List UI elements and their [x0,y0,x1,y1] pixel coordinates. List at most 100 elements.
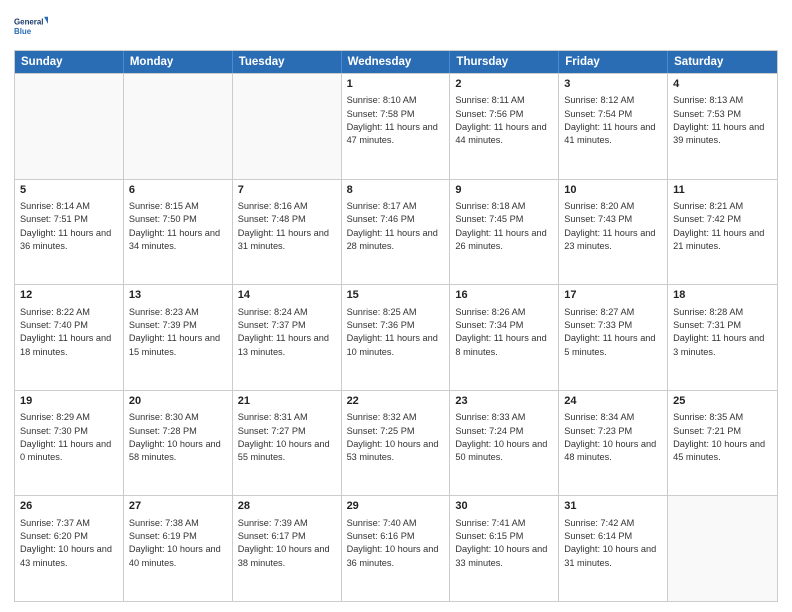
daylight: Daylight: 11 hours and 0 minutes. [20,438,118,465]
day-27: 27 Sunrise: 7:38 AM Sunset: 6:19 PM Dayl… [124,496,233,601]
day-12: 12 Sunrise: 8:22 AM Sunset: 7:40 PM Dayl… [15,285,124,390]
header-day-saturday: Saturday [668,51,777,73]
daylight: Daylight: 10 hours and 31 minutes. [564,543,662,570]
daylight: Daylight: 10 hours and 40 minutes. [129,543,227,570]
sunset: Sunset: 6:16 PM [347,530,445,543]
day-18: 18 Sunrise: 8:28 AM Sunset: 7:31 PM Dayl… [668,285,777,390]
sunset: Sunset: 7:24 PM [455,425,553,438]
sunset: Sunset: 7:25 PM [347,425,445,438]
sunrise: Sunrise: 8:22 AM [20,306,118,319]
calendar-body: 1 Sunrise: 8:10 AM Sunset: 7:58 PM Dayli… [15,73,777,601]
daylight: Daylight: 11 hours and 26 minutes. [455,227,553,254]
day-number: 24 [564,394,662,409]
day-number: 10 [564,183,662,198]
sunrise: Sunrise: 8:32 AM [347,411,445,424]
day-2: 2 Sunrise: 8:11 AM Sunset: 7:56 PM Dayli… [450,74,559,179]
sunrise: Sunrise: 8:28 AM [673,306,772,319]
sunrise: Sunrise: 8:12 AM [564,94,662,107]
day-25: 25 Sunrise: 8:35 AM Sunset: 7:21 PM Dayl… [668,391,777,496]
day-6: 6 Sunrise: 8:15 AM Sunset: 7:50 PM Dayli… [124,180,233,285]
day-23: 23 Sunrise: 8:33 AM Sunset: 7:24 PM Dayl… [450,391,559,496]
daylight: Daylight: 11 hours and 5 minutes. [564,332,662,359]
daylight: Daylight: 10 hours and 58 minutes. [129,438,227,465]
day-number: 19 [20,394,118,409]
sunset: Sunset: 7:54 PM [564,108,662,121]
sunset: Sunset: 7:46 PM [347,213,445,226]
page: General Blue SundayMondayTuesdayWednesda… [0,0,792,612]
daylight: Daylight: 11 hours and 39 minutes. [673,121,772,148]
sunrise: Sunrise: 8:10 AM [347,94,445,107]
day-number: 2 [455,77,553,92]
logo: General Blue [14,10,48,44]
daylight: Daylight: 11 hours and 21 minutes. [673,227,772,254]
sunset: Sunset: 7:36 PM [347,319,445,332]
day-number: 3 [564,77,662,92]
day-24: 24 Sunrise: 8:34 AM Sunset: 7:23 PM Dayl… [559,391,668,496]
daylight: Daylight: 11 hours and 28 minutes. [347,227,445,254]
day-number: 29 [347,499,445,514]
week-row-2: 5 Sunrise: 8:14 AM Sunset: 7:51 PM Dayli… [15,179,777,285]
sunset: Sunset: 7:40 PM [20,319,118,332]
day-number: 6 [129,183,227,198]
daylight: Daylight: 10 hours and 36 minutes. [347,543,445,570]
day-9: 9 Sunrise: 8:18 AM Sunset: 7:45 PM Dayli… [450,180,559,285]
day-number: 1 [347,77,445,92]
day-28: 28 Sunrise: 7:39 AM Sunset: 6:17 PM Dayl… [233,496,342,601]
day-number: 23 [455,394,553,409]
sunset: Sunset: 7:37 PM [238,319,336,332]
day-number: 18 [673,288,772,303]
daylight: Daylight: 11 hours and 15 minutes. [129,332,227,359]
sunrise: Sunrise: 8:17 AM [347,200,445,213]
day-26: 26 Sunrise: 7:37 AM Sunset: 6:20 PM Dayl… [15,496,124,601]
day-number: 20 [129,394,227,409]
sunset: Sunset: 6:20 PM [20,530,118,543]
sunset: Sunset: 6:17 PM [238,530,336,543]
day-20: 20 Sunrise: 8:30 AM Sunset: 7:28 PM Dayl… [124,391,233,496]
empty-cell [15,74,124,179]
svg-text:Blue: Blue [14,27,32,36]
day-number: 16 [455,288,553,303]
daylight: Daylight: 11 hours and 10 minutes. [347,332,445,359]
day-number: 5 [20,183,118,198]
calendar: SundayMondayTuesdayWednesdayThursdayFrid… [14,50,778,602]
day-31: 31 Sunrise: 7:42 AM Sunset: 6:14 PM Dayl… [559,496,668,601]
header-day-sunday: Sunday [15,51,124,73]
daylight: Daylight: 10 hours and 38 minutes. [238,543,336,570]
day-11: 11 Sunrise: 8:21 AM Sunset: 7:42 PM Dayl… [668,180,777,285]
day-22: 22 Sunrise: 8:32 AM Sunset: 7:25 PM Dayl… [342,391,451,496]
daylight: Daylight: 10 hours and 43 minutes. [20,543,118,570]
daylight: Daylight: 11 hours and 34 minutes. [129,227,227,254]
day-number: 12 [20,288,118,303]
sunset: Sunset: 7:39 PM [129,319,227,332]
sunrise: Sunrise: 7:41 AM [455,517,553,530]
day-21: 21 Sunrise: 8:31 AM Sunset: 7:27 PM Dayl… [233,391,342,496]
sunrise: Sunrise: 8:27 AM [564,306,662,319]
empty-cell [668,496,777,601]
day-4: 4 Sunrise: 8:13 AM Sunset: 7:53 PM Dayli… [668,74,777,179]
daylight: Daylight: 11 hours and 31 minutes. [238,227,336,254]
sunset: Sunset: 7:43 PM [564,213,662,226]
sunset: Sunset: 7:56 PM [455,108,553,121]
sunrise: Sunrise: 8:16 AM [238,200,336,213]
day-number: 11 [673,183,772,198]
day-29: 29 Sunrise: 7:40 AM Sunset: 6:16 PM Dayl… [342,496,451,601]
day-3: 3 Sunrise: 8:12 AM Sunset: 7:54 PM Dayli… [559,74,668,179]
header-day-wednesday: Wednesday [342,51,451,73]
sunrise: Sunrise: 8:13 AM [673,94,772,107]
day-number: 30 [455,499,553,514]
daylight: Daylight: 10 hours and 48 minutes. [564,438,662,465]
day-number: 7 [238,183,336,198]
day-number: 25 [673,394,772,409]
sunrise: Sunrise: 8:15 AM [129,200,227,213]
day-number: 9 [455,183,553,198]
day-16: 16 Sunrise: 8:26 AM Sunset: 7:34 PM Dayl… [450,285,559,390]
sunrise: Sunrise: 8:14 AM [20,200,118,213]
header-day-thursday: Thursday [450,51,559,73]
sunset: Sunset: 7:58 PM [347,108,445,121]
sunset: Sunset: 7:53 PM [673,108,772,121]
day-8: 8 Sunrise: 8:17 AM Sunset: 7:46 PM Dayli… [342,180,451,285]
day-13: 13 Sunrise: 8:23 AM Sunset: 7:39 PM Dayl… [124,285,233,390]
sunrise: Sunrise: 8:31 AM [238,411,336,424]
daylight: Daylight: 10 hours and 53 minutes. [347,438,445,465]
day-number: 4 [673,77,772,92]
